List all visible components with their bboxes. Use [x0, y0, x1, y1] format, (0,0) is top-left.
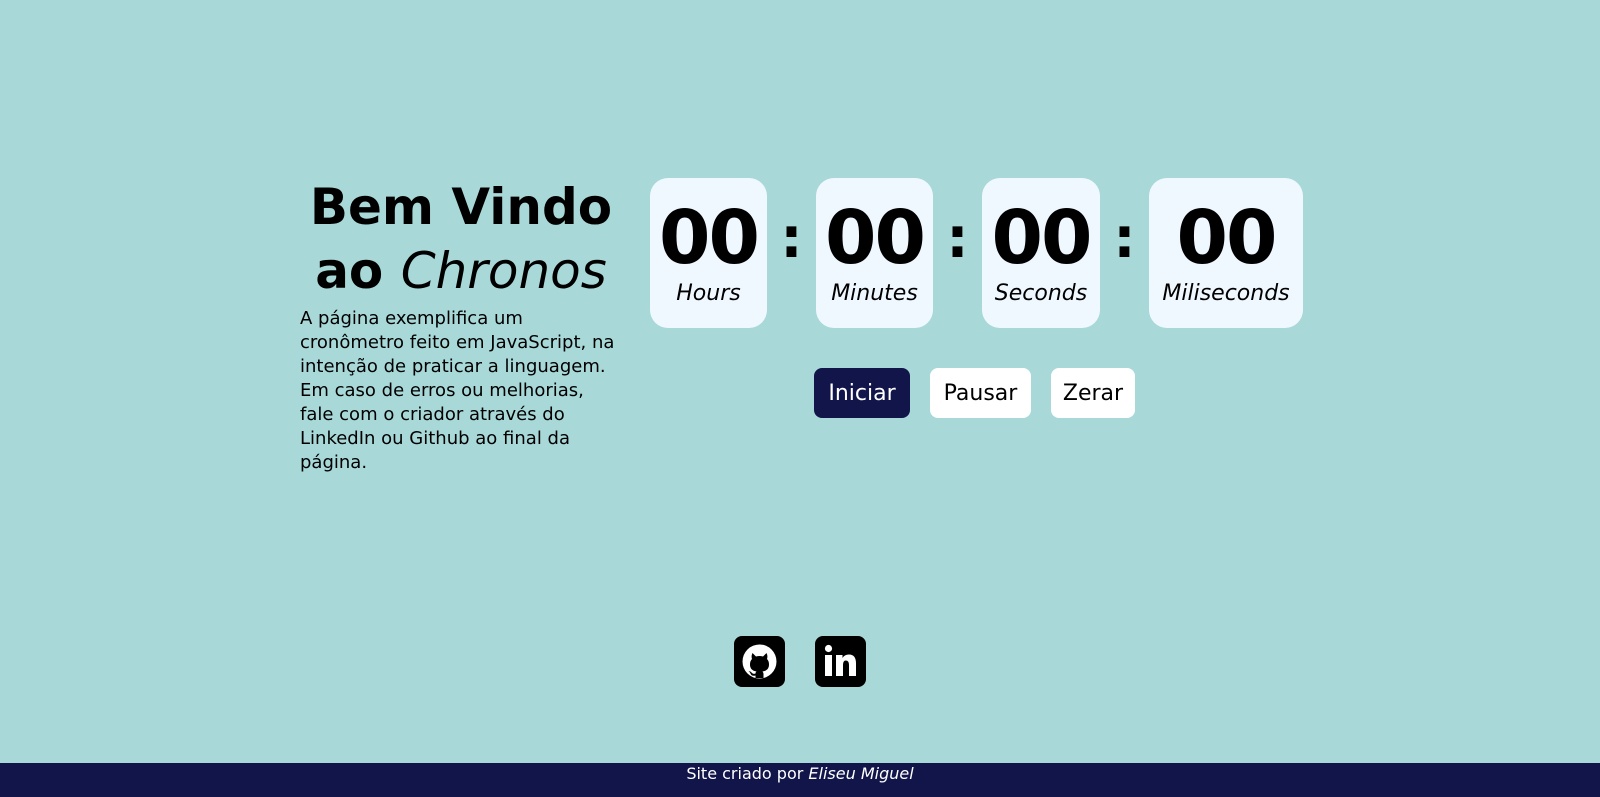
intro-section: Bem Vindo ao Chronos A página exemplific…: [300, 175, 622, 475]
title-ao: ao: [315, 242, 384, 300]
minutes-card: 00 Minutes: [816, 178, 933, 328]
hours-label: Hours: [676, 281, 741, 306]
linkedin-link[interactable]: [815, 636, 866, 687]
intro-description: A página exemplifica um cronômetro feito…: [300, 308, 615, 473]
controls: Iniciar Pausar Zerar: [814, 368, 1135, 418]
footer: Site criado por Eliseu Miguel: [0, 763, 1600, 797]
page: Bem Vindo ao Chronos A página exemplific…: [0, 0, 1600, 797]
separator: :: [1113, 206, 1136, 271]
title-line1: Bem Vindo: [309, 178, 613, 236]
start-button[interactable]: Iniciar: [814, 368, 910, 418]
footer-prefix: Site criado por: [686, 764, 804, 783]
separator: :: [780, 206, 803, 271]
stopwatch-display: 00 Hours : 00 Minutes : 00 Seconds : 00 …: [650, 178, 1303, 328]
reset-button[interactable]: Zerar: [1051, 368, 1135, 418]
milliseconds-card: 00 Miliseconds: [1149, 178, 1303, 328]
hours-value: 00: [659, 195, 760, 281]
seconds-card: 00 Seconds: [982, 178, 1100, 328]
seconds-value: 00: [991, 195, 1093, 281]
pause-button[interactable]: Pausar: [930, 368, 1031, 418]
milliseconds-label: Miliseconds: [1162, 281, 1290, 306]
page-title: Bem Vindo ao Chronos: [300, 175, 622, 303]
separator: :: [946, 206, 969, 271]
seconds-label: Seconds: [994, 281, 1088, 306]
github-link[interactable]: [734, 636, 785, 687]
hours-card: 00 Hours: [650, 178, 767, 328]
linkedin-icon: [824, 644, 856, 676]
footer-author: Eliseu Miguel: [808, 764, 914, 783]
github-icon: [742, 644, 777, 679]
minutes-value: 00: [825, 195, 926, 281]
minutes-label: Minutes: [831, 281, 918, 306]
milliseconds-value: 00: [1176, 195, 1278, 281]
title-brand: Chronos: [400, 242, 607, 300]
social-links: [734, 636, 866, 687]
